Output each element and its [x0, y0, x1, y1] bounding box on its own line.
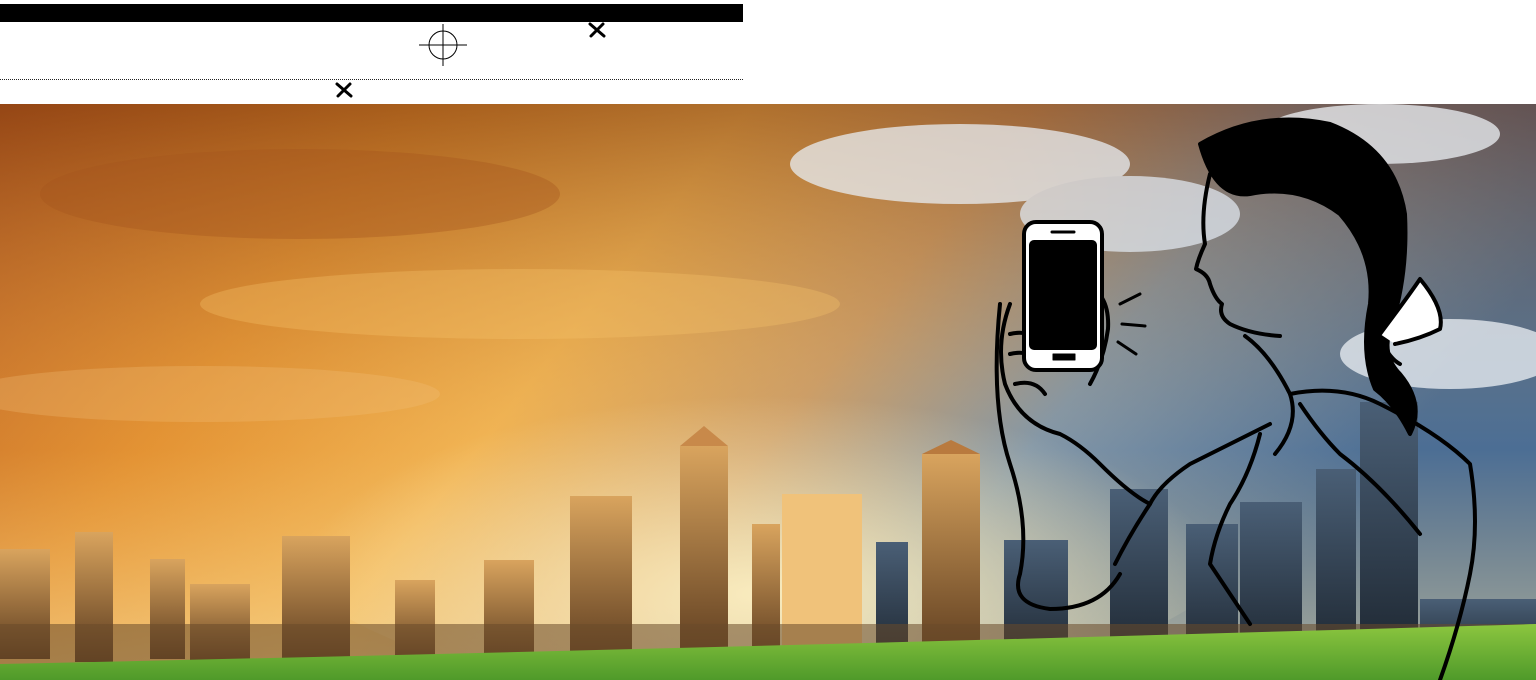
top-black-bar: [0, 4, 743, 22]
city-skyline-photo: [0, 104, 1536, 680]
x-mark-icon: [335, 82, 353, 98]
dotted-rule: [0, 79, 743, 80]
registration-crosshair-icon: [419, 24, 467, 66]
x-mark-icon: [588, 22, 606, 38]
